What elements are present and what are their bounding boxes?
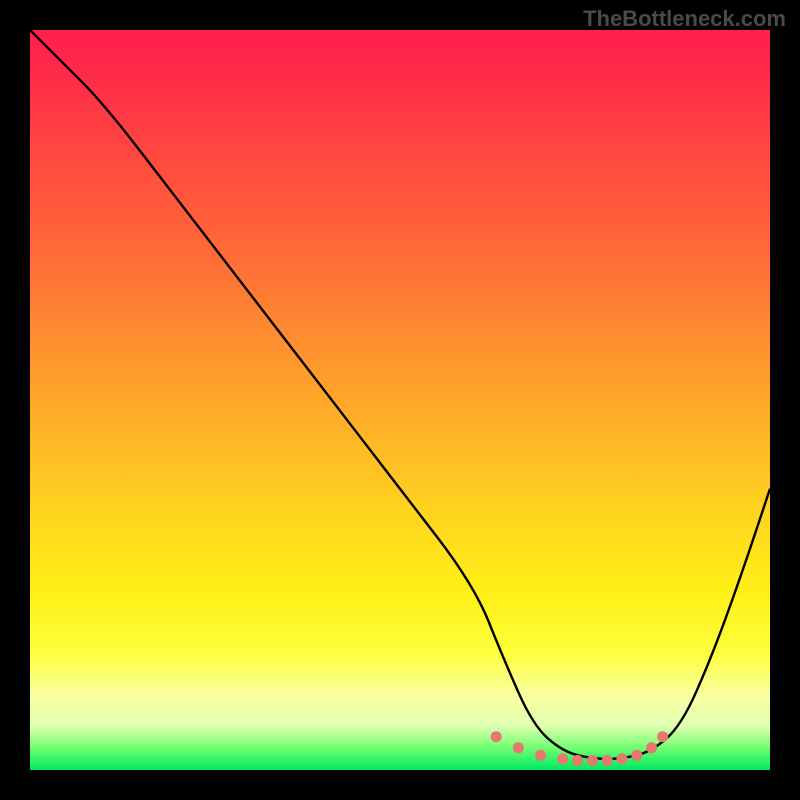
marker-dot xyxy=(657,731,668,742)
marker-dot xyxy=(587,755,598,766)
highlighted-markers xyxy=(491,731,669,766)
marker-dot xyxy=(557,753,568,764)
marker-dot xyxy=(631,750,642,761)
marker-dot xyxy=(535,750,546,761)
marker-dot xyxy=(491,731,502,742)
marker-dot xyxy=(602,755,613,766)
chart-svg xyxy=(30,30,770,770)
chart-plot-area xyxy=(30,30,770,770)
bottleneck-curve xyxy=(30,30,770,759)
marker-dot xyxy=(572,755,583,766)
watermark-text: TheBottleneck.com xyxy=(583,6,786,32)
marker-dot xyxy=(513,742,524,753)
marker-dot xyxy=(617,753,628,764)
marker-dot xyxy=(646,742,657,753)
